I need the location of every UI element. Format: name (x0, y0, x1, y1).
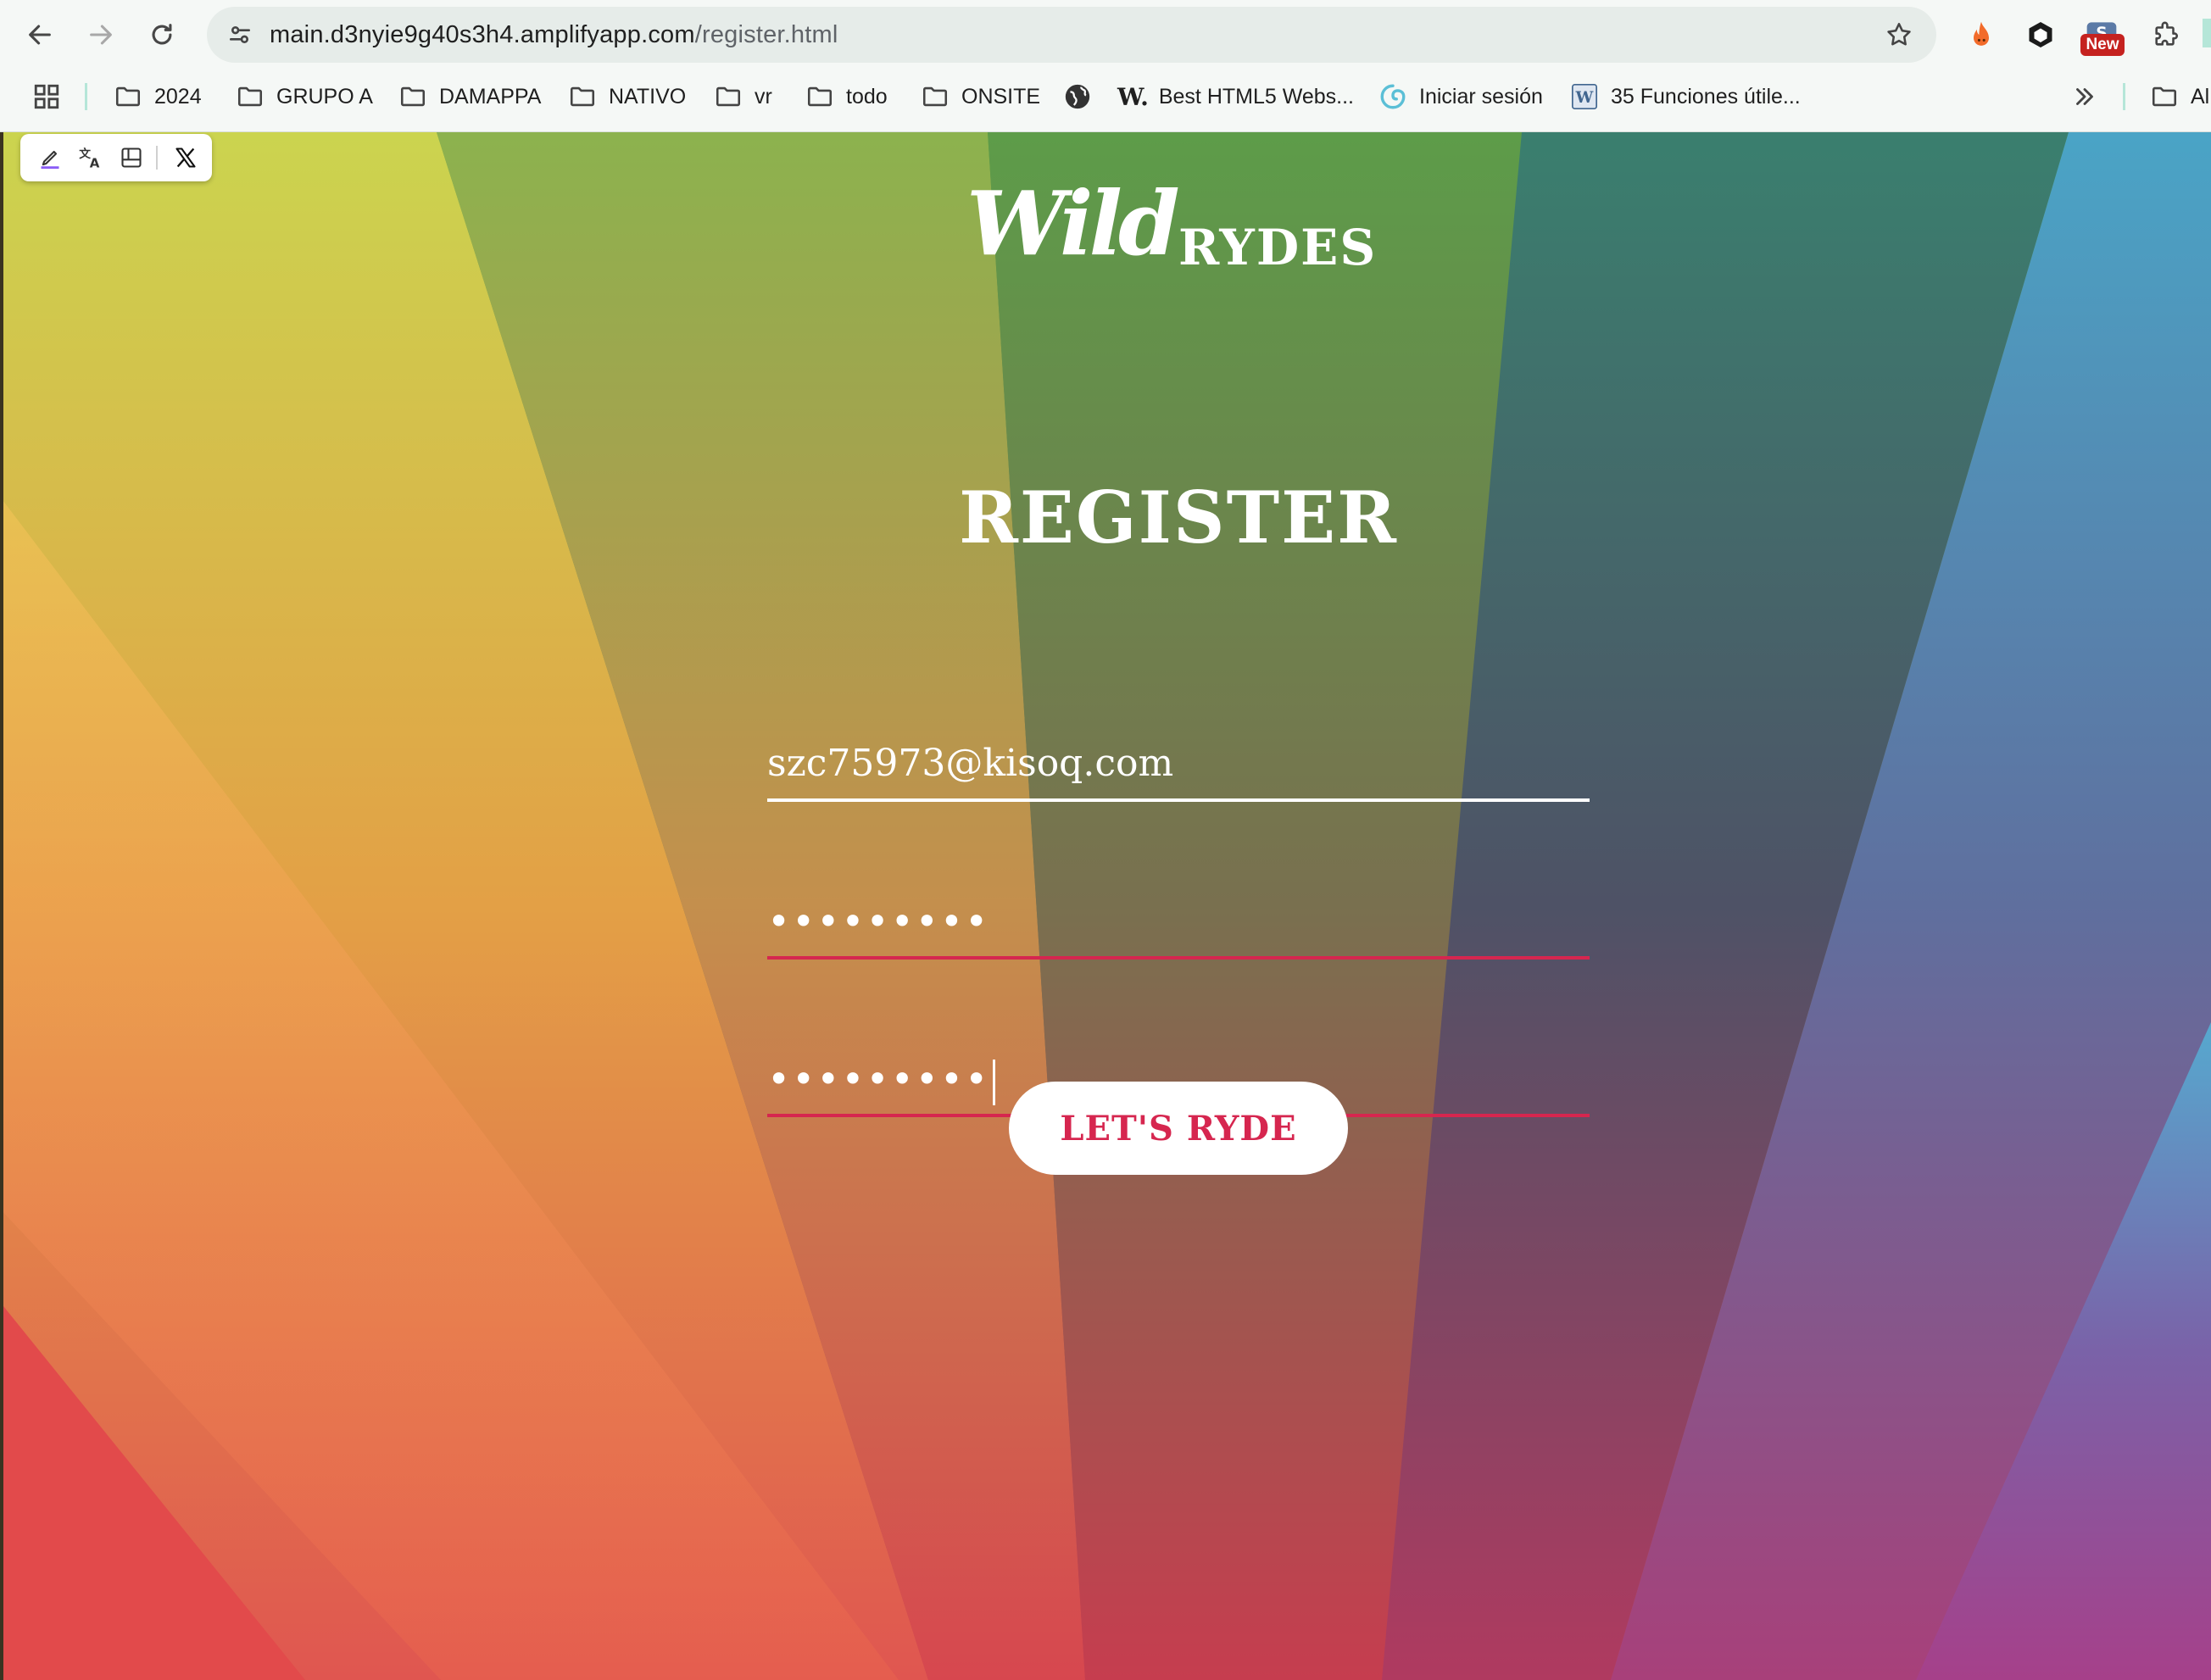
address-bar[interactable]: main.d3nyie9g40s3h4.amplifyapp.com/regis… (207, 7, 1936, 63)
bookmark-folder-damappa[interactable]: DAMAPPA (398, 75, 541, 119)
bookmark-label: todo (846, 84, 888, 108)
folder-icon (570, 86, 595, 107)
bookmark-label: 35 Funciones útile... (1611, 84, 1801, 108)
chevron-double-right-icon (2076, 88, 2093, 105)
swirl-logo-icon (1380, 84, 1406, 109)
logo-caps-text: RYDES (1178, 219, 1378, 276)
site-settings-icon[interactable] (220, 15, 259, 54)
floating-toolbar: 文A (20, 134, 212, 181)
folder-icon (400, 86, 426, 107)
folder-icon (716, 86, 741, 107)
bookmark-folder-2024[interactable]: 2024 (114, 75, 202, 119)
bookmarks-separator (85, 83, 87, 110)
bookmark-label: GRUPO A (276, 84, 373, 108)
forward-button[interactable] (78, 12, 124, 58)
folder-icon (115, 86, 141, 107)
password-field[interactable]: ••••••••• (767, 883, 1590, 960)
globe-icon (1065, 84, 1090, 109)
bookmark-iniciar-sesion[interactable]: Iniciar sesión (1378, 75, 1543, 119)
lets-ryde-button[interactable]: LET'S RYDE (1009, 1082, 1348, 1175)
bookmarks-bar: 2024 GRUPO A DAMAPPA NATIVO vr todo ONSI… (0, 75, 2211, 119)
bookmark-folder-todo[interactable]: todo (805, 75, 888, 119)
sidebar-edge (2203, 19, 2211, 47)
folder-icon (2152, 86, 2177, 107)
x-logo-icon[interactable] (170, 142, 202, 174)
bookmark-star-icon[interactable] (1879, 14, 1919, 55)
svg-text:W: W (1575, 89, 1594, 107)
flame-extension-icon[interactable] (1960, 14, 2002, 56)
bookmark-folder-onsite[interactable]: ONSITE (921, 75, 1040, 119)
email-field[interactable]: szc75973@kisoq.com (767, 726, 1590, 802)
bookmark-label: DAMAPPA (439, 84, 542, 108)
puzzle-extensions-icon[interactable] (2145, 14, 2187, 56)
apps-button[interactable] (32, 75, 61, 119)
translate-icon[interactable]: 文A (75, 142, 107, 174)
bookmarks-separator (2123, 83, 2125, 110)
browser-chrome: main.d3nyie9g40s3h4.amplifyapp.com/regis… (0, 0, 2211, 133)
svg-text:A: A (90, 155, 100, 170)
folder-icon (807, 86, 833, 107)
text-caret (993, 1059, 996, 1105)
bookmark-label: NATIVO (609, 84, 687, 108)
bookmark-folder-nativo[interactable]: NATIVO (568, 75, 686, 119)
bookmark-label: Iniciar sesión (1419, 84, 1543, 108)
email-underline (767, 798, 1590, 802)
bookmark-globe[interactable] (1063, 75, 1092, 119)
arrow-right-icon (90, 25, 112, 45)
url-path: /register.html (694, 21, 838, 48)
confirm-password-value: ••••••••• (767, 1056, 990, 1102)
bookmark-label: ONSITE (961, 84, 1041, 108)
wordpress-logo-icon: W (1571, 83, 1598, 110)
back-button[interactable] (17, 12, 63, 58)
bookmark-best-html5[interactable]: W. Best HTML5 Webs... (1117, 75, 1354, 119)
url-host: main.d3nyie9g40s3h4.amplifyapp.com (270, 21, 695, 48)
highlighter-icon[interactable] (34, 142, 66, 174)
bookmark-folder-grupo-a[interactable]: GRUPO A (236, 75, 373, 119)
arrow-left-icon (29, 25, 51, 45)
folder-icon (922, 86, 948, 107)
bookmark-35-funciones[interactable]: W 35 Funciones útile... (1570, 75, 1801, 119)
page-left-edge (0, 132, 3, 1680)
reload-button[interactable] (139, 12, 185, 58)
email-value: szc75973@kisoq.com (767, 742, 1174, 785)
more-bookmarks-button[interactable] (2070, 75, 2099, 119)
new-badge: New (2080, 34, 2125, 56)
bookmark-label: 2024 (154, 84, 202, 108)
confirm-password-row: ••••••••• (767, 1041, 996, 1117)
apps-grid-icon (34, 84, 59, 109)
wildrydes-logo[interactable]: Wild RYDES (966, 171, 1390, 285)
password-underline (767, 956, 1590, 960)
folder-icon (237, 86, 263, 107)
w-logo-icon: W. (1117, 82, 1149, 111)
page-title: REGISTER (959, 476, 1398, 559)
toolbar-separator (156, 146, 158, 170)
reader-book-icon[interactable] (115, 142, 148, 174)
register-page: 文A Wild RYDES REGISTER szc75973@kisoq.co… (0, 132, 2211, 1680)
password-value: ••••••••• (767, 898, 990, 944)
cube-extension-icon[interactable] (2019, 14, 2062, 56)
reload-icon (152, 24, 172, 45)
bookmark-label: vr (755, 84, 772, 108)
bookmark-label: Al (2191, 84, 2210, 108)
logo-script-text: Wild (966, 171, 1180, 275)
bookmark-label: Best HTML5 Webs... (1158, 84, 1355, 108)
bookmark-folder-vr[interactable]: vr (714, 75, 772, 119)
url-text[interactable]: main.d3nyie9g40s3h4.amplifyapp.com/regis… (270, 7, 838, 63)
bookmark-folder-al[interactable]: Al (2150, 75, 2209, 119)
